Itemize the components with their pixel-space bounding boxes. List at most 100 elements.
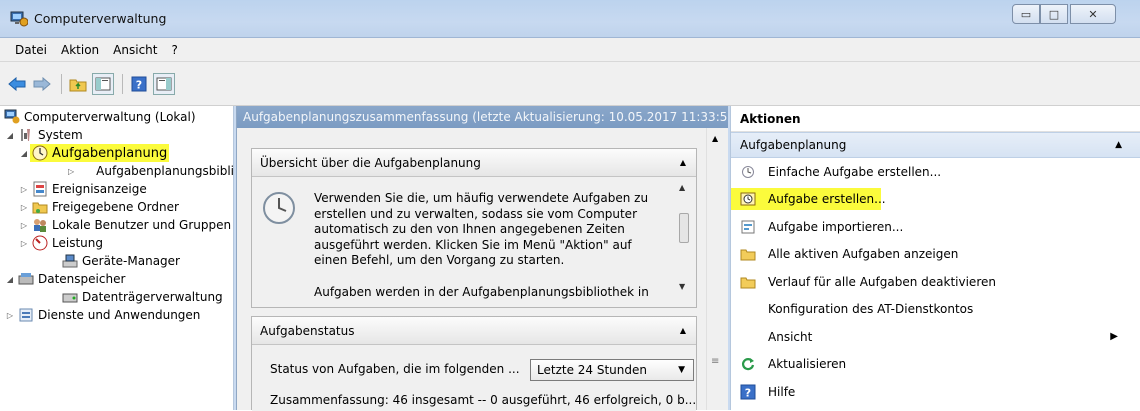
expand-arrow-icon[interactable]: ◢ [4,275,16,284]
scroll-up-icon[interactable]: ▲ [679,183,685,192]
toolbar: ? [0,62,1140,106]
overview-line-4: ausgeführt werden. Klicken Sie im Menü "… [314,237,632,252]
menu-help[interactable]: ? [164,43,184,57]
performance-icon [32,235,48,251]
scroll-down-icon[interactable]: ▼ [679,282,685,291]
back-arrow-icon[interactable] [6,73,28,95]
menu-ansicht[interactable]: Ansicht [106,43,164,57]
menu-aktion[interactable]: Aktion [54,43,106,57]
menu-bar: Datei Aktion Ansicht ? [0,38,1140,62]
folder-icon [740,274,756,290]
help-icon[interactable]: ? [128,73,150,95]
task-scheduler-clock-icon [262,191,296,228]
action-at-service-config[interactable]: Konfiguration des AT-Dienstkontos [731,296,1140,324]
local-users-icon [32,217,48,233]
task-status-section: Aufgabenstatus ▲ Status von Aufgaben, di… [251,316,697,411]
overview-scrollbar[interactable]: ▲ ▼ [676,183,690,291]
collapse-arrow-icon[interactable]: ▲ [680,158,686,167]
time-range-value: Letzte 24 Stunden [537,363,647,377]
maximize-button[interactable]: □ [1040,4,1068,24]
help-icon: ? [740,384,756,400]
computer-management-window: Computerverwaltung ▭ □ ✕ Datei Aktion An… [0,0,1140,411]
tree-item-datentraegerverwaltung[interactable]: Datenträgerverwaltung [0,288,233,306]
device-manager-icon [62,253,78,269]
action-basic-task[interactable]: Einfache Aufgabe erstellen... [731,158,1140,186]
expand-arrow-icon[interactable]: ▷ [68,167,74,176]
action-import-task[interactable]: Aufgabe importieren... [731,213,1140,241]
task-scheduler-icon [32,145,48,161]
forward-arrow-icon[interactable] [31,73,53,95]
summary-scrollbar[interactable]: ▲ ≡ [706,128,724,410]
scroll-grip-icon[interactable]: ≡ [711,356,719,367]
import-task-icon [740,219,756,235]
overview-line-1: Verwenden Sie die, um häufig verwendete … [314,191,649,205]
chevron-down-icon: ▼ [678,365,685,375]
action-view[interactable]: Ansicht ▶ [731,323,1140,351]
expand-arrow-icon[interactable]: ◢ [18,149,30,158]
title-bar[interactable]: Computerverwaltung ▭ □ ✕ [0,0,1140,38]
show-hide-action-pane-icon[interactable] [153,72,175,95]
tree-item-system[interactable]: ◢ System [0,126,233,144]
menu-datei[interactable]: Datei [8,43,54,57]
refresh-icon [740,356,756,372]
tree-item-datenspeicher[interactable]: ◢ Datenspeicher [0,270,233,288]
tree-item-computerverwaltung[interactable]: Computerverwaltung (Lokal) [0,108,233,126]
close-button[interactable]: ✕ [1070,4,1116,24]
expand-arrow-icon[interactable]: ▷ [4,311,16,320]
tree-item-geraete-manager[interactable]: Geräte-Manager [0,252,233,270]
expand-arrow-icon[interactable]: ▷ [18,239,30,248]
summary-header: Aufgabenplanungszusammenfassung (letzte … [237,106,728,128]
submenu-arrow-icon: ▶ [1110,331,1118,343]
computer-management-icon [10,11,29,27]
collapse-arrow-icon[interactable]: ▲ [1115,140,1122,150]
shared-folders-icon [32,199,48,215]
toolbar-separator [61,73,62,94]
overview-header[interactable]: Übersicht über die Aufgabenplanung ▲ [252,149,696,177]
action-create-task[interactable]: Aufgabe erstellen... [731,186,1140,214]
actions-group-header[interactable]: Aufgabenplanung ▲ [731,132,1140,158]
summary-panel: Aufgabenplanungszusammenfassung (letzte … [236,106,728,411]
tree-item-dienste-anwendungen[interactable]: ▷ Dienste und Anwendungen [0,306,233,324]
scroll-thumb[interactable] [679,213,689,243]
expand-arrow-icon[interactable]: ◢ [4,131,16,140]
actions-group-label: Aufgabenplanung [740,138,847,152]
create-task-icon [740,191,756,207]
action-refresh[interactable]: Aktualisieren [731,351,1140,379]
tree-item-freigegebene-ordner[interactable]: ▷ Freigegebene Ordner [0,198,233,216]
minimize-button[interactable]: ▭ [1012,4,1040,24]
up-folder-icon[interactable] [67,73,89,95]
window-title: Computerverwaltung [34,11,167,26]
time-range-dropdown[interactable]: Letzte 24 Stunden ▼ [530,359,694,381]
show-hide-console-icon[interactable] [92,72,114,95]
status-filter-label: Status von Aufgaben, die im folgenden ..… [270,362,520,376]
overview-section: Übersicht über die Aufgabenplanung ▲ Ver… [251,148,697,308]
overview-line-3: automatisch zu den von Ihnen angegebenen… [314,222,625,236]
svg-text:?: ? [745,386,751,399]
actions-pane: Aktionen Aufgabenplanung ▲ Einfache Aufg… [730,106,1140,410]
action-help[interactable]: ? Hilfe [731,378,1140,406]
overview-line-5: einen Befehl, um den Vorgang zu starten. [314,253,565,267]
computer-management-icon [4,109,20,125]
expand-arrow-icon[interactable]: ▷ [18,221,30,230]
svg-text:?: ? [136,78,142,91]
tree-item-leistung[interactable]: ▷ Leistung [0,234,233,252]
action-disable-history[interactable]: Verlauf für alle Aufgaben deaktivieren [731,268,1140,296]
services-apps-icon [18,307,34,323]
status-summary: Zusammenfassung: 46 insgesamt -- 0 ausge… [270,393,696,407]
action-show-running-tasks[interactable]: Alle aktiven Aufgaben anzeigen [731,241,1140,269]
disk-management-icon [62,289,78,305]
tree-item-aufgabenplanung[interactable]: ◢ Aufgabenplanung [0,144,233,162]
tree-item-aufgabenplanungsbibliothek[interactable]: ▷ Aufgabenplanungsbibliothek [0,162,233,180]
tree-item-lokale-benutzer[interactable]: ▷ Lokale Benutzer und Gruppen [0,216,233,234]
scroll-up-icon[interactable]: ▲ [712,134,718,143]
expand-arrow-icon[interactable]: ▷ [18,185,30,194]
task-status-title: Aufgabenstatus [260,323,355,338]
expand-arrow-icon[interactable]: ▷ [18,203,30,212]
collapse-arrow-icon[interactable]: ▲ [680,326,686,335]
task-status-header[interactable]: Aufgabenstatus ▲ [252,317,696,345]
overview-line-2: erstellen und zu verwalten, sodass sie v… [314,206,637,221]
event-viewer-icon [32,181,48,197]
storage-icon [18,271,34,287]
actions-title: Aktionen [731,106,1140,132]
tree-item-ereignisanzeige[interactable]: ▷ Ereignisanzeige [0,180,233,198]
